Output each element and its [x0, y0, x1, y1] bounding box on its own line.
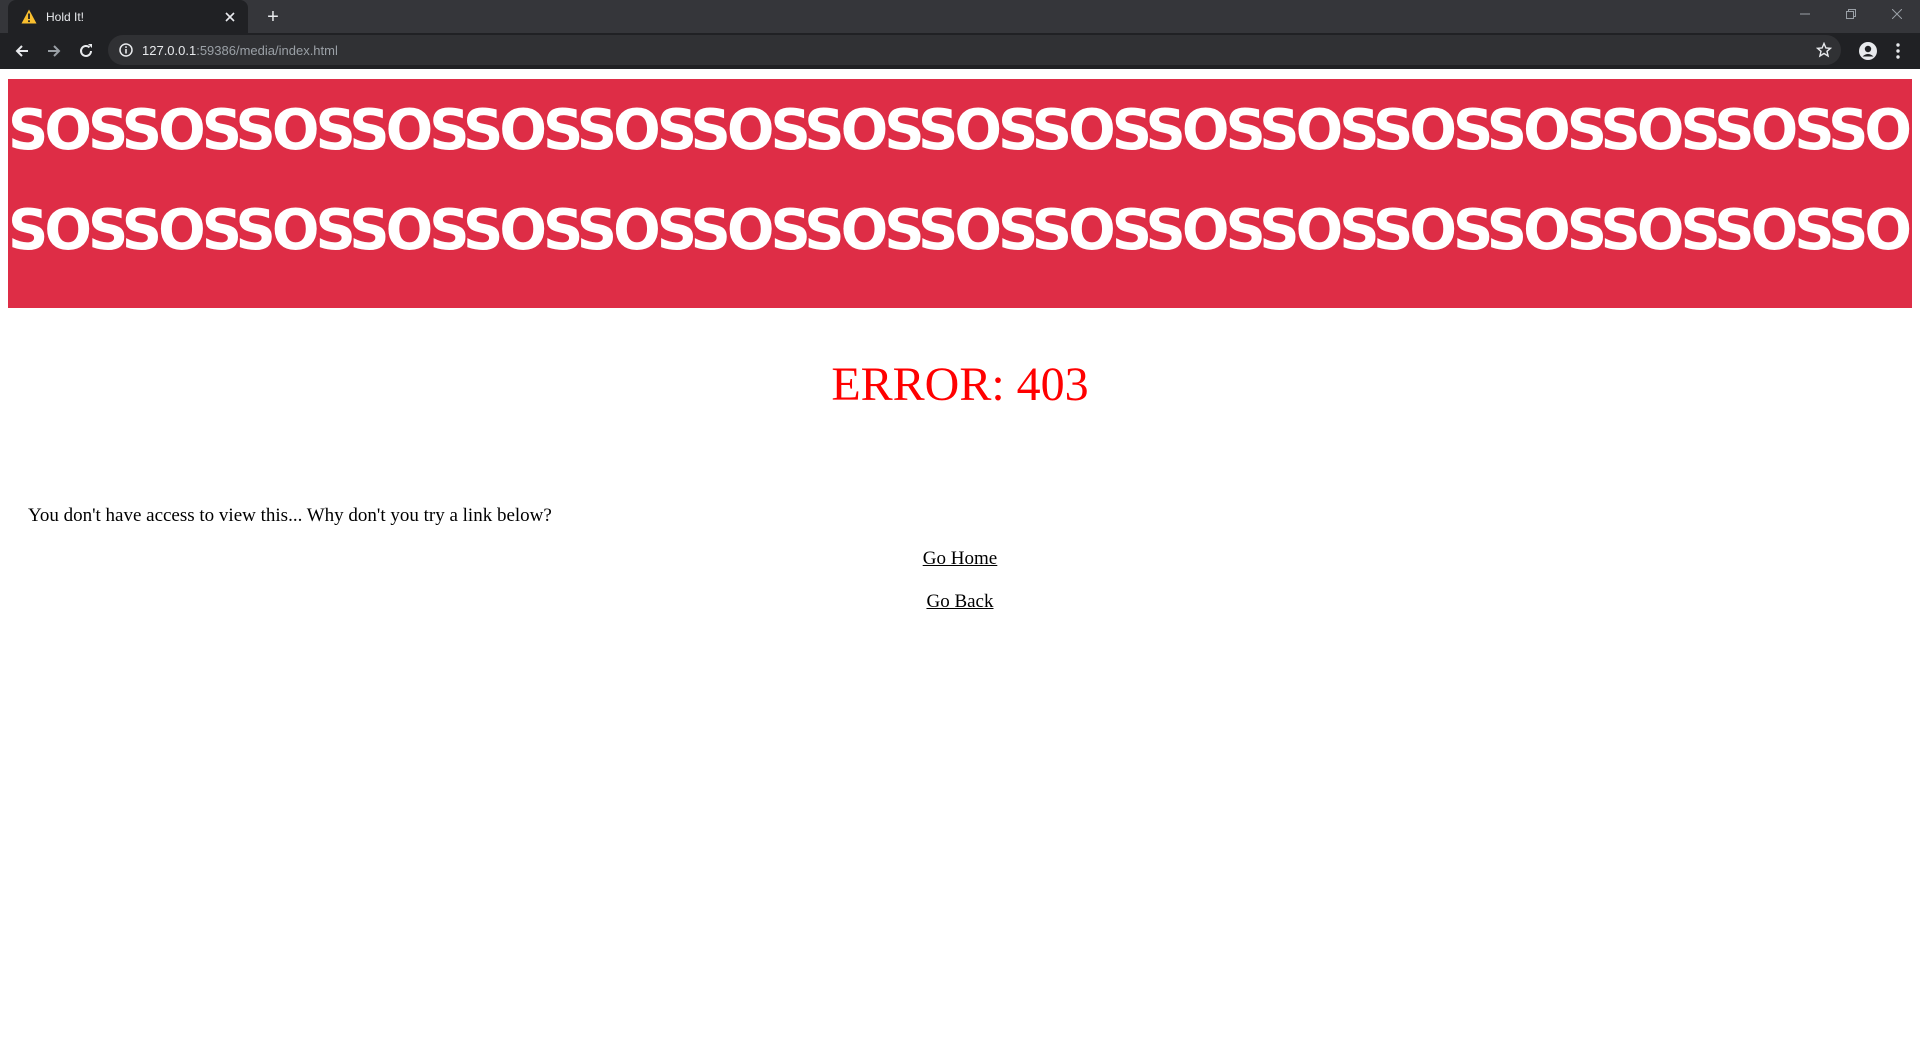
- error-title: ERROR: 403: [831, 358, 1089, 411]
- window-close-icon[interactable]: [1874, 0, 1920, 28]
- page-viewport: SOSSOSSOSSOSSOSSOSSOSSOSSOSSOSSOSSOSSOSS…: [0, 69, 1920, 1040]
- go-back-link[interactable]: Go Back: [926, 591, 993, 612]
- tab-strip: Hold It! +: [0, 0, 1920, 33]
- go-home-link[interactable]: Go Home: [923, 548, 997, 569]
- sos-row: SOSSOSSOSSOSSOSSOSSOSSOSSOSSOSSOSSOSSOSS…: [8, 198, 1912, 263]
- sos-banner: SOSSOSSOSSOSSOSSOSSOSSOSSOSSOSSOSSOSSOSS…: [8, 79, 1912, 308]
- forward-arrow-icon[interactable]: [40, 37, 68, 65]
- tab-close-icon[interactable]: [222, 9, 238, 25]
- restore-icon[interactable]: [1828, 0, 1874, 28]
- back-arrow-icon[interactable]: [8, 37, 36, 65]
- profile-avatar-icon[interactable]: [1858, 41, 1878, 61]
- browser-chrome: Hold It! + 127.0.0.1:59386/media/index.…: [0, 0, 1920, 69]
- browser-tab[interactable]: Hold It!: [8, 0, 248, 33]
- sos-row: SOSSOSSOSSOSSOSSOSSOSSOSSOSSOSSOSSOSSOSS…: [8, 98, 1912, 163]
- address-bar[interactable]: 127.0.0.1:59386/media/index.html: [108, 35, 1841, 65]
- reload-icon[interactable]: [72, 37, 100, 65]
- kebab-menu-icon[interactable]: [1888, 41, 1908, 61]
- info-icon[interactable]: [118, 42, 134, 58]
- url-host: 127.0.0.1: [142, 42, 197, 58]
- go-home-link-row: Go Home: [0, 548, 1920, 570]
- minimize-icon[interactable]: [1782, 0, 1828, 28]
- bookmark-star-icon[interactable]: [1815, 41, 1833, 59]
- tab-title: Hold It!: [46, 9, 85, 24]
- new-tab-button[interactable]: +: [260, 4, 286, 30]
- go-back-link-row: Go Back: [0, 591, 1920, 613]
- error-message: You don't have access to view this... Wh…: [28, 505, 552, 526]
- warning-icon: [20, 8, 38, 26]
- url-path: :59386/media/index.html: [196, 42, 338, 58]
- browser-toolbar: 127.0.0.1:59386/media/index.html: [0, 33, 1920, 69]
